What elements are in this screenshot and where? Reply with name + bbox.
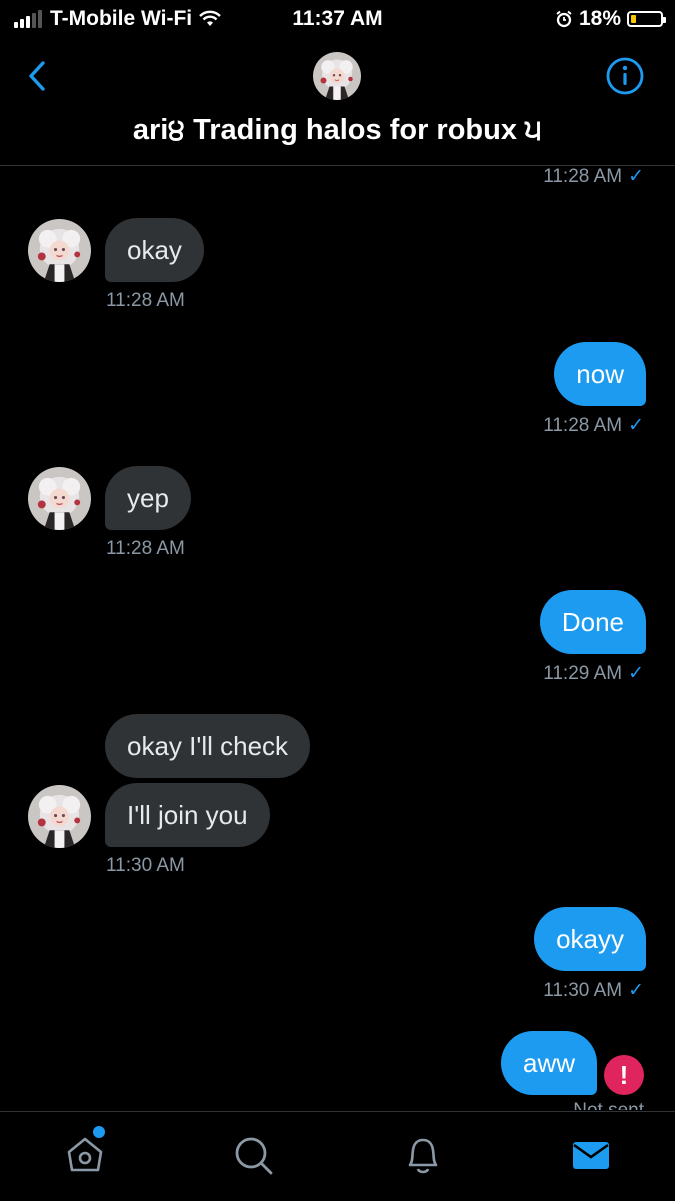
home-unread-dot	[93, 1126, 105, 1138]
message-timestamp: 11:29 AM ✓	[543, 663, 644, 684]
message-timestamp: 11:28 AM	[106, 290, 185, 311]
not-sent-status[interactable]: Not sent	[573, 1100, 644, 1110]
contact-avatar[interactable]	[28, 467, 91, 530]
sent-check-icon: ✓	[628, 663, 644, 684]
alarm-icon	[556, 10, 572, 28]
outgoing-message-bubble[interactable]: now	[554, 342, 646, 406]
message-timestamp: 11:30 AM	[106, 855, 185, 876]
status-bar: T-Mobile Wi-Fi 11:37 AM 18%	[0, 0, 675, 38]
sent-check-icon: ✓	[628, 166, 644, 187]
conversation-title[interactable]: ari੪ Trading halos for robux ੫	[0, 114, 675, 147]
bottom-tab-bar	[0, 1111, 675, 1201]
incoming-message-bubble[interactable]: I'll join you	[105, 783, 270, 847]
info-icon[interactable]	[605, 56, 645, 96]
incoming-message-bubble[interactable]: okay I'll check	[105, 714, 311, 778]
failed-message-bubble[interactable]: aww	[500, 1031, 597, 1095]
header-avatar[interactable]	[313, 52, 361, 100]
send-error-icon[interactable]: !	[604, 1055, 644, 1095]
incoming-message-bubble[interactable]: yep	[105, 466, 191, 530]
avatar-image	[28, 785, 91, 848]
message-timestamp: 11:28 AM	[106, 538, 185, 559]
battery-level	[631, 15, 637, 23]
avatar-image	[28, 467, 91, 530]
notifications-icon[interactable]	[400, 1132, 446, 1178]
back-chevron-icon[interactable]	[22, 58, 52, 94]
outgoing-message-bubble[interactable]: okayy	[534, 907, 646, 971]
message-timestamp: 11:30 AM ✓	[543, 980, 644, 1001]
messages-icon[interactable]	[568, 1132, 614, 1178]
sent-check-icon: ✓	[628, 415, 644, 436]
message-timestamp: 11:28 AM ✓	[543, 415, 644, 436]
avatar-image	[28, 219, 91, 282]
search-icon[interactable]	[230, 1132, 276, 1178]
sent-check-icon: ✓	[628, 980, 644, 1001]
home-icon[interactable]	[62, 1132, 108, 1178]
conversation-header: ari੪ Trading halos for robux ੫	[0, 38, 675, 166]
incoming-message-bubble[interactable]: okay	[105, 218, 204, 282]
avatar-image	[313, 52, 361, 100]
contact-avatar[interactable]	[28, 785, 91, 848]
battery-percent: 18%	[578, 7, 621, 30]
battery-icon	[627, 11, 666, 27]
contact-avatar[interactable]	[28, 219, 91, 282]
outgoing-message-bubble[interactable]: Done	[539, 590, 646, 654]
message-timestamp: 11:28 AM ✓	[543, 166, 644, 187]
